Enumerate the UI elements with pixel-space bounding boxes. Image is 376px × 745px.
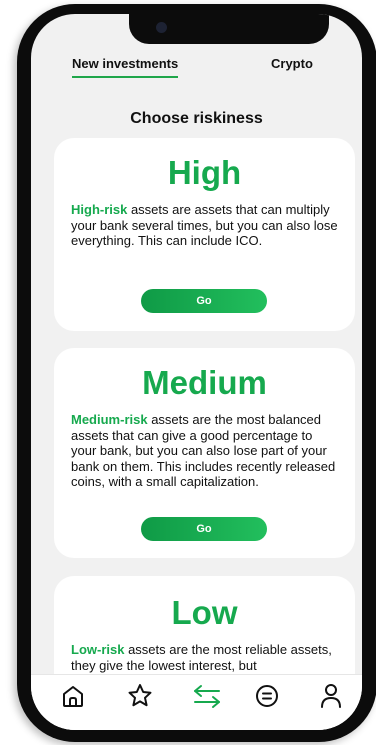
home-icon: [63, 686, 83, 707]
profile-icon: [321, 684, 341, 708]
risk-card-high: High High-risk assets are assets that ca…: [54, 138, 355, 331]
nav-favorites[interactable]: [125, 681, 155, 711]
app-screen: New investments Crypto Choose riskiness …: [31, 14, 362, 730]
card-heading: Low: [171, 594, 238, 631]
nav-news[interactable]: [252, 681, 282, 711]
nav-profile[interactable]: [316, 681, 346, 711]
risk-highlight: Medium-risk: [71, 412, 148, 427]
go-button-high[interactable]: Go: [141, 289, 267, 313]
tab-bar: New investments Crypto: [31, 56, 362, 84]
tab-new-investments[interactable]: New investments: [72, 56, 179, 78]
bottom-nav: [31, 674, 362, 730]
tab-crypto[interactable]: Crypto: [271, 56, 313, 71]
document-icon: [256, 685, 278, 707]
card-heading: High: [167, 154, 242, 191]
page-title: Choose riskiness: [130, 110, 263, 127]
star-icon: [128, 684, 152, 707]
nav-exchange[interactable]: [192, 681, 222, 711]
exchange-icon: [194, 685, 220, 708]
card-heading: Medium: [142, 364, 267, 401]
card-description: Medium-risk assets are the most balanced…: [54, 412, 355, 490]
card-description: Low-risk assets are the most reliable as…: [54, 642, 355, 673]
risk-card-medium: Medium Medium-risk assets are the most b…: [54, 348, 355, 558]
card-description: High-risk assets are assets that can mul…: [54, 202, 355, 249]
risk-highlight: Low-risk: [71, 642, 125, 657]
go-button-medium[interactable]: Go: [141, 517, 267, 541]
risk-highlight: High-risk: [71, 202, 128, 217]
phone-notch: [129, 14, 329, 44]
nav-home[interactable]: [58, 681, 88, 711]
camera-icon: [156, 22, 167, 33]
